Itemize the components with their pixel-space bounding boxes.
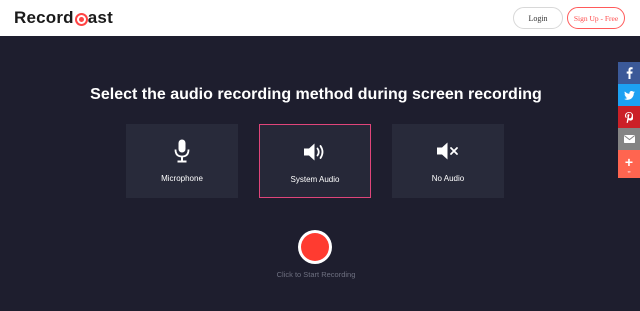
twitter-icon: [623, 90, 635, 100]
option-label: Microphone: [161, 174, 203, 183]
speaker-icon: [260, 139, 370, 165]
option-system-audio[interactable]: System Audio: [259, 124, 371, 198]
logo-record-icon: [74, 12, 88, 26]
mail-icon: [623, 135, 635, 143]
plus-icon: +: [624, 153, 634, 170]
share-twitter-button[interactable]: [618, 84, 640, 106]
share-email-button[interactable]: [618, 128, 640, 150]
option-no-audio[interactable]: No Audio: [392, 124, 504, 198]
share-more-button[interactable]: + ∞: [618, 150, 640, 178]
speaker-muted-icon: [392, 138, 504, 164]
option-label: System Audio: [290, 175, 340, 184]
microphone-icon: [126, 138, 238, 164]
logo-text-end: ast: [87, 8, 113, 27]
option-label: No Audio: [431, 174, 465, 183]
start-recording-button[interactable]: [298, 230, 332, 264]
signup-button[interactable]: Sign Up - Free: [567, 7, 625, 29]
pinterest-icon: [625, 111, 633, 123]
logo-text-start: Record: [14, 8, 74, 27]
login-button[interactable]: Login: [513, 7, 563, 29]
share-count: ∞: [627, 168, 631, 174]
share-pinterest-button[interactable]: [618, 106, 640, 128]
option-microphone[interactable]: Microphone: [126, 124, 238, 198]
share-facebook-button[interactable]: [618, 62, 640, 84]
facebook-icon: [626, 67, 633, 79]
record-icon: [301, 233, 329, 261]
top-bar: Record ast Login Sign Up - Free: [0, 0, 640, 36]
logo[interactable]: Record ast: [14, 8, 113, 28]
page-title: Select the audio recording method during…: [90, 86, 542, 103]
record-caption: Click to Start Recording: [276, 270, 356, 279]
